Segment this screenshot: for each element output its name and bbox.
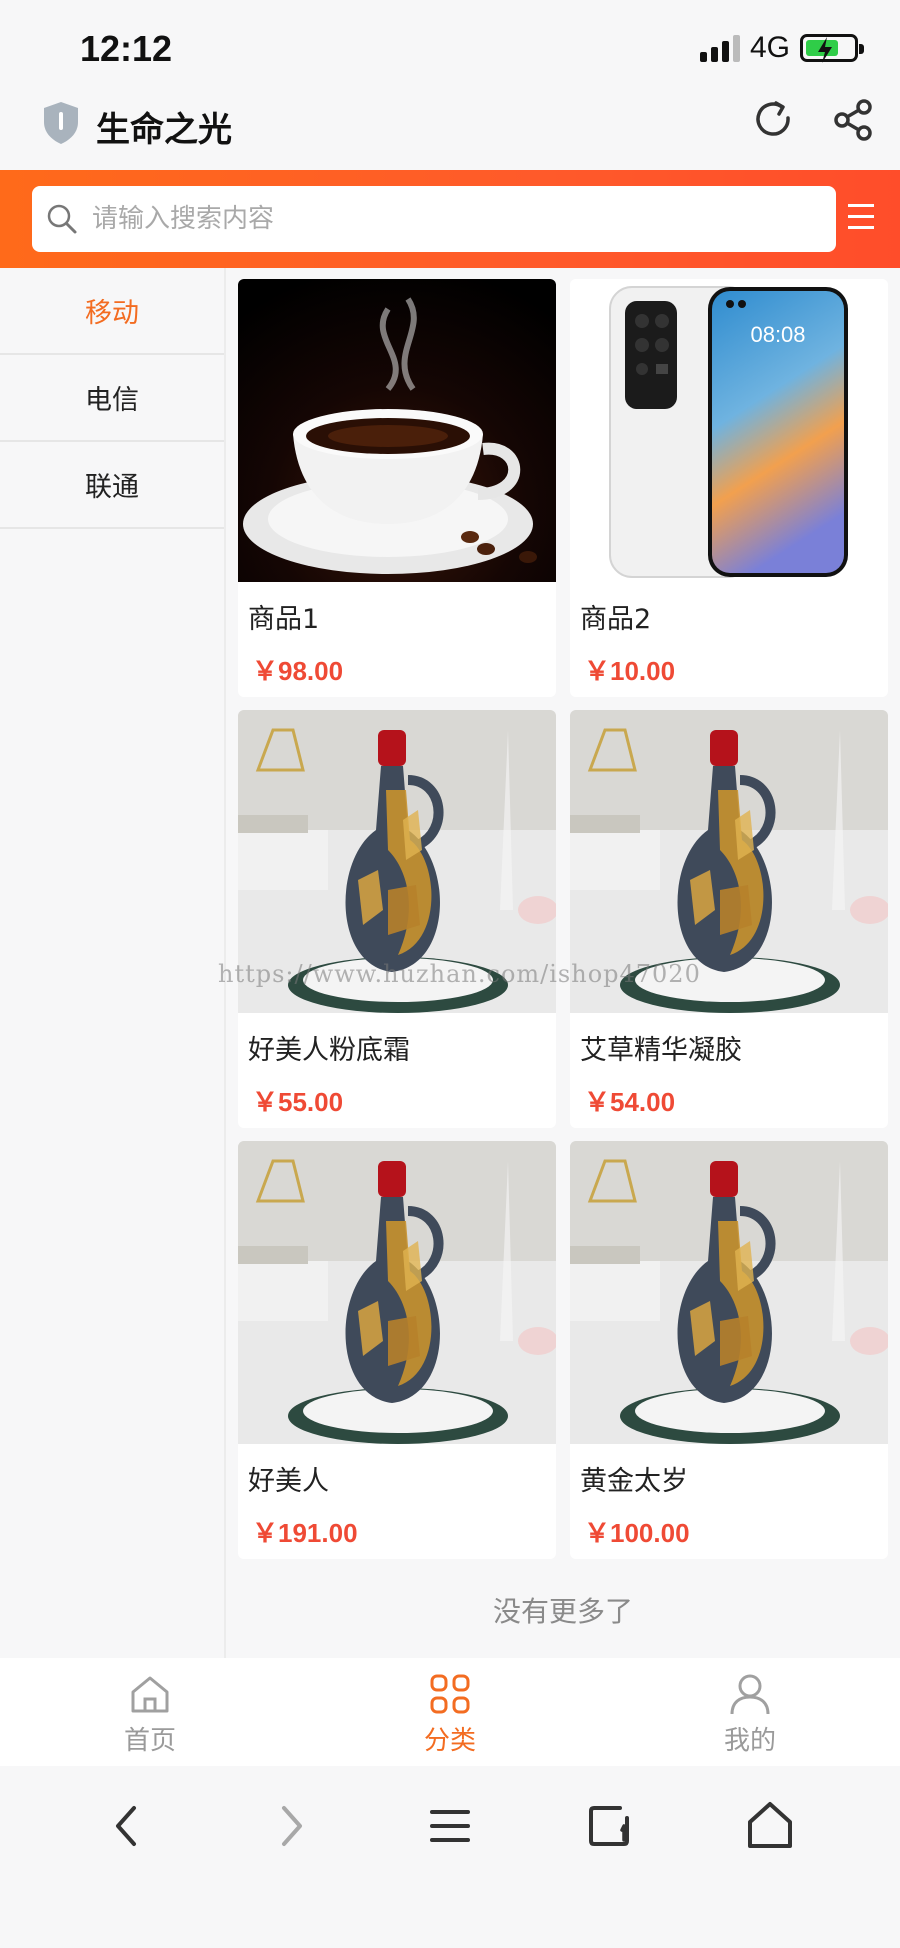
- browser-title-bar: 生命之光: [0, 90, 900, 170]
- site-title: 生命之光: [96, 110, 232, 150]
- tab-label: 我的: [723, 1726, 776, 1756]
- product-card[interactable]: 艾草精华凝胶 ￥54.00: [570, 710, 888, 1128]
- reload-button[interactable]: [752, 98, 796, 142]
- product-name: 好美人粉底霜: [248, 1035, 410, 1066]
- category-sidebar: 移动 电信 联通: [0, 268, 226, 1660]
- battery-icon: [800, 34, 864, 63]
- product-name: 商品2: [580, 604, 652, 635]
- tab-category[interactable]: 分类: [300, 1658, 600, 1766]
- product-price: ￥98.00: [252, 656, 344, 686]
- tabs-icon: [589, 1806, 629, 1846]
- chevron-right-icon: [282, 1806, 302, 1846]
- category-item-mobile[interactable]: 移动: [0, 268, 224, 355]
- status-time: 12:12: [80, 28, 173, 69]
- search-box[interactable]: [32, 186, 836, 252]
- product-name: 黄金太岁: [580, 1466, 688, 1497]
- browser-toolbar: [0, 1766, 900, 1948]
- product-image-vase: [570, 1141, 888, 1444]
- menu-list-button[interactable]: [420, 1796, 480, 1856]
- product-price: ￥10.00: [584, 656, 676, 686]
- product-image-phone: 08:08: [570, 279, 888, 582]
- product-card[interactable]: 08:08 商品2 ￥10.00: [570, 279, 888, 697]
- product-image-coffee: [238, 279, 556, 582]
- product-card[interactable]: 好美人粉底霜 ￥55.00: [238, 710, 556, 1128]
- tab-home[interactable]: 首页: [0, 1658, 300, 1766]
- chevron-left-icon: [116, 1806, 136, 1846]
- share-button[interactable]: [832, 98, 876, 142]
- product-name: 艾草精华凝胶: [580, 1035, 742, 1066]
- share-icon: [834, 99, 872, 141]
- status-bar: 12:12 4G: [0, 0, 900, 90]
- product-price: ￥55.00: [252, 1087, 344, 1117]
- product-price: ￥191.00: [252, 1518, 358, 1548]
- product-price: ￥54.00: [584, 1087, 676, 1117]
- category-item-unicom[interactable]: 联通: [0, 442, 224, 529]
- home-page-button[interactable]: [740, 1796, 800, 1856]
- house-icon: [748, 1802, 792, 1848]
- tab-label: 首页: [123, 1726, 176, 1756]
- product-card[interactable]: 黄金太岁 ￥100.00: [570, 1141, 888, 1559]
- watermark-text: https://www.huzhan.com/ishop47020: [218, 960, 701, 988]
- status-indicators: 4G: [699, 30, 864, 66]
- category-icon: [430, 1674, 470, 1714]
- product-price: ￥100.00: [584, 1518, 690, 1548]
- list-icon: [430, 1810, 470, 1842]
- user-icon: [730, 1674, 770, 1715]
- tab-label: 分类: [423, 1726, 476, 1756]
- product-card[interactable]: 好美人 ￥191.00: [238, 1141, 556, 1559]
- search-icon: [32, 186, 92, 252]
- signal-icon: [699, 34, 740, 62]
- product-name: 好美人: [248, 1466, 329, 1497]
- reload-icon: [756, 101, 790, 136]
- network-type: 4G: [749, 31, 790, 64]
- search-input[interactable]: [92, 189, 812, 249]
- category-item-telecom[interactable]: 电信: [0, 355, 224, 442]
- phone-clock: 08:08: [750, 322, 805, 347]
- tab-profile[interactable]: 我的: [600, 1658, 900, 1766]
- back-button[interactable]: [98, 1796, 158, 1856]
- bottom-tab-bar: 首页 分类 我的: [0, 1658, 900, 1766]
- tabs-button[interactable]: [580, 1796, 640, 1856]
- list-end-text: 没有更多了: [492, 1595, 633, 1628]
- product-card[interactable]: 商品1 ￥98.00: [238, 279, 556, 697]
- search-header: [0, 170, 900, 268]
- menu-button[interactable]: [848, 204, 878, 234]
- forward-button[interactable]: [260, 1796, 320, 1856]
- shield-icon: [40, 100, 82, 150]
- home-icon: [131, 1676, 169, 1713]
- product-name: 商品1: [248, 604, 320, 635]
- product-image-vase: [238, 1141, 556, 1444]
